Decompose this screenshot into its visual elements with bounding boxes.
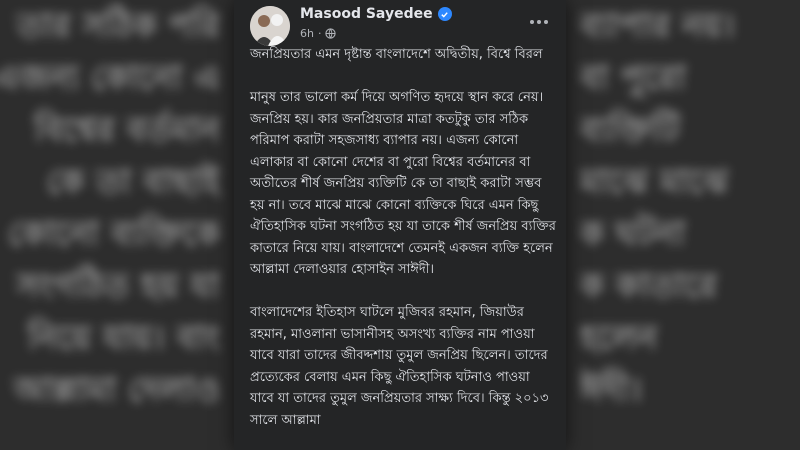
- author-name-text[interactable]: Masood Sayedee: [300, 6, 433, 22]
- bg-text-line: হলেন: [580, 318, 658, 358]
- post-body: জনপ্রিয়তার এমন দৃষ্টান্ত বাংলাদেশে অদ্ব…: [250, 44, 556, 450]
- facebook-post: Masood Sayedee 6h · জনপ্রিয়তার এমন দৃষ্…: [234, 0, 566, 450]
- bg-text-line: বিশ্বের বর্তমান: [34, 110, 220, 150]
- bg-text-line: কোনো ব্যক্তিকে: [7, 214, 220, 254]
- more-options-icon[interactable]: [526, 12, 552, 32]
- bg-text-line: ব্যক্তিটি: [580, 110, 680, 150]
- bg-text-line: ক ঘটনা: [580, 214, 686, 254]
- post-meta: 6h ·: [300, 27, 337, 40]
- blurred-background-right: ব্যাপার নয়। বা পুরো ব্যক্তিটি মাঝে মাঝে…: [580, 0, 800, 450]
- avatar[interactable]: [250, 6, 290, 46]
- bg-text-line: মাঝে মাঝে: [580, 162, 729, 202]
- post-paragraph: বাংলাদেশের ইতিহাস ঘাটলে মুজিবর রহমান, জি…: [250, 305, 549, 428]
- bg-text-line: বা পুরো: [580, 58, 686, 98]
- blurred-background-left: তার সঠিক পরি এজন্য কোনো এ বিশ্বের বর্তমা…: [0, 0, 220, 450]
- globe-icon: [325, 28, 337, 39]
- meta-separator: ·: [317, 27, 322, 40]
- bg-text-line: ব্যাপার নয়।: [580, 6, 735, 46]
- post-paragraph: মানুষ তার ভালো কর্ম দিয়ে অগণিত হৃদয়ে স…: [250, 90, 556, 277]
- bg-text-line: কে তা বাছাই: [46, 162, 220, 202]
- avatar-image: [250, 6, 290, 46]
- bg-text-line: সংগঠিত হয় যা: [16, 266, 220, 306]
- verified-badge-icon: [437, 7, 452, 21]
- bg-text-line: ক কাতারে: [580, 266, 718, 306]
- bg-text-line: তার সঠিক পরি: [16, 6, 220, 46]
- bg-text-line: আল্লামা দেলাও: [13, 370, 220, 410]
- author-name[interactable]: Masood Sayedee: [300, 6, 452, 22]
- bg-text-line: নিয়ে যায়। বাং: [27, 318, 220, 358]
- bg-text-line: এজন্য কোনো এ: [0, 58, 220, 98]
- post-paragraph: জনপ্রিয়তার এমন দৃষ্টান্ত বাংলাদেশে অদ্ব…: [250, 47, 543, 62]
- bg-text-line: ঈদী।: [580, 370, 642, 410]
- post-timestamp[interactable]: 6h: [300, 27, 314, 40]
